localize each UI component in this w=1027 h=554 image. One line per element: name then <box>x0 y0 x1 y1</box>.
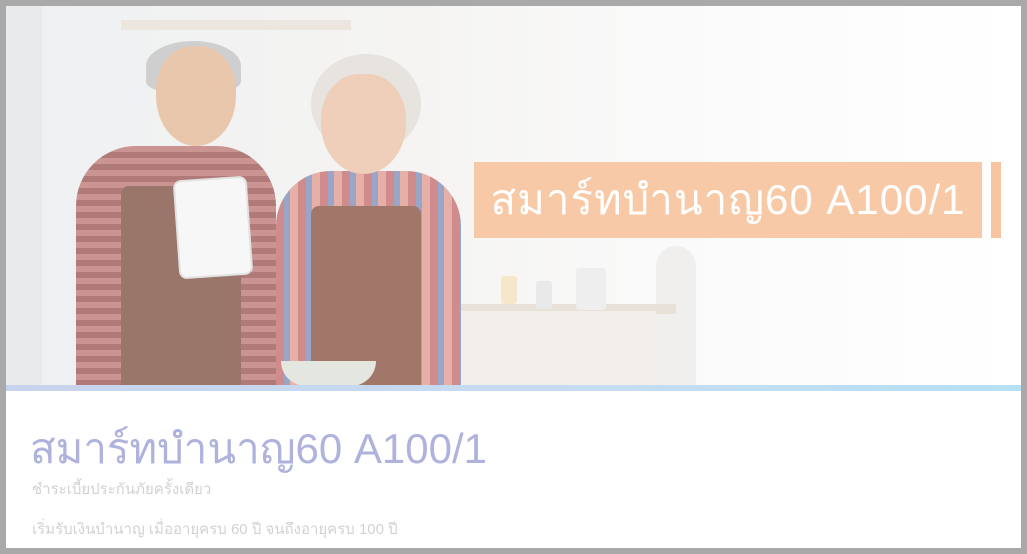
hero-banner-label: สมาร์ทบำนาญ60 A100/1 <box>490 176 966 223</box>
jar <box>536 281 552 309</box>
jar <box>501 276 517 304</box>
appliance <box>576 268 606 310</box>
product-subtitle: ชำระเบี้ยประกันภัยครั้งเดียว <box>32 481 212 498</box>
kitchen-cabinet <box>456 311 656 386</box>
man-head <box>156 46 236 146</box>
tablet <box>172 175 254 280</box>
woman-apron <box>311 206 421 386</box>
salad-bowl <box>281 361 376 386</box>
hero-banner: สมาร์ทบำนาญ60 A100/1 <box>474 162 982 238</box>
hero-image: สมาร์ทบำนาญ60 A100/1 <box>6 6 1021 386</box>
door-edge <box>6 6 42 386</box>
lamp <box>656 246 696 386</box>
product-card[interactable]: สมาร์ทบำนาญ60 A100/1 สมาร์ทบำนาญ60 A100/… <box>6 6 1021 548</box>
divider <box>6 385 1021 391</box>
banner-accent-bar <box>991 162 1001 238</box>
kitchen-shelf <box>121 20 351 30</box>
product-title[interactable]: สมาร์ทบำนาญ60 A100/1 <box>30 416 487 482</box>
woman-head <box>321 74 406 174</box>
product-description: เริ่มรับเงินบำนาญ เมื่ออายุครบ 60 ปี จนถ… <box>32 521 398 538</box>
